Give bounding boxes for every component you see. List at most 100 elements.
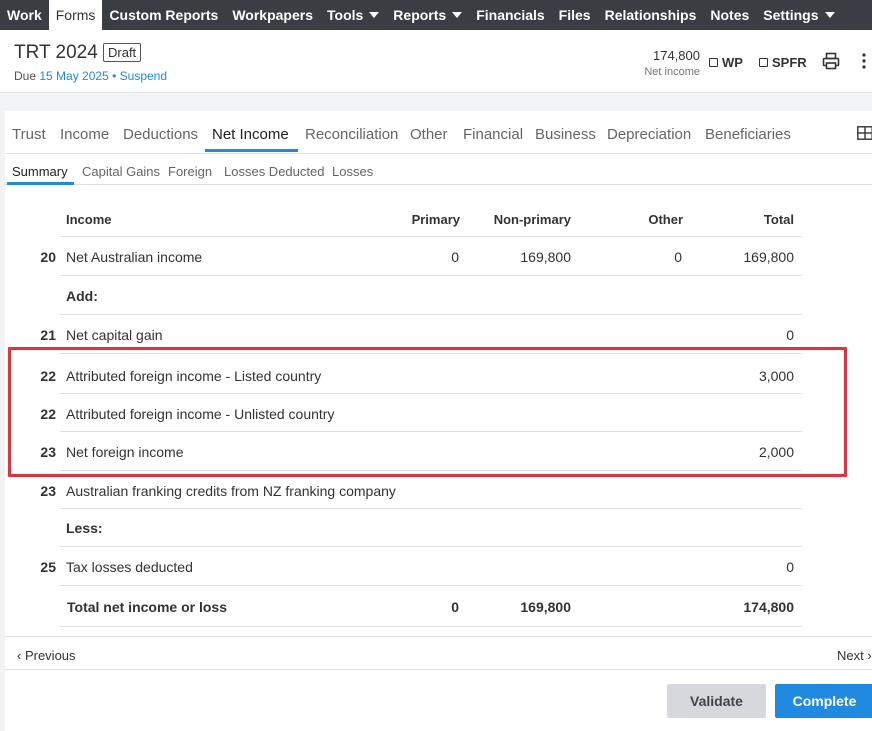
table-row: Add: xyxy=(5,276,872,315)
nav-reports-label: Reports xyxy=(393,7,447,23)
row-label-number: 22 xyxy=(40,406,56,422)
total-total-value: 174,800 xyxy=(743,599,794,615)
row-description: Net Australian income xyxy=(66,249,203,265)
table-row: 23 Australian franking credits from NZ f… xyxy=(5,471,872,509)
nav-custom-reports-label: Custom Reports xyxy=(109,7,219,23)
tab-beneficiaries[interactable]: Beneficiaries xyxy=(705,126,791,143)
tab-depreciation[interactable]: Depreciation xyxy=(607,126,691,143)
table-header-row: Income Primary Non-primary Other Total xyxy=(5,185,872,237)
previous-label: Previous xyxy=(24,648,76,663)
suspend-link[interactable]: Suspend xyxy=(120,69,167,83)
total-primary-value: 0 xyxy=(451,599,459,615)
total-value: 169,800 xyxy=(743,249,794,265)
print-icon[interactable] xyxy=(822,52,840,70)
tab-reconciliation[interactable]: Reconciliation xyxy=(305,126,398,143)
nav-reports[interactable]: Reports xyxy=(386,0,469,30)
status-badge: Draft xyxy=(103,43,142,62)
table-total-row: Total net income or loss 0 169,800 174,8… xyxy=(5,586,872,627)
subtab-summary[interactable]: Summary xyxy=(12,164,68,179)
nav-notes-label: Notes xyxy=(710,7,750,23)
total-value: 2,000 xyxy=(758,444,794,460)
primary-value[interactable]: 0 xyxy=(380,249,459,265)
due-prefix: Due xyxy=(14,69,37,83)
nav-financials-label: Financials xyxy=(476,7,545,23)
other-value[interactable]: 0 xyxy=(603,249,682,265)
due-separator: • xyxy=(112,69,117,83)
next-link[interactable]: Next › xyxy=(837,648,872,663)
nav-forms[interactable]: Forms xyxy=(48,0,103,30)
page-navigation: ‹ Previous Next › xyxy=(5,636,872,670)
nav-work-label: Work xyxy=(7,7,42,23)
tab-other[interactable]: Other xyxy=(410,126,448,143)
checkbox-icon xyxy=(759,58,768,67)
tab-net-income[interactable]: Net Income xyxy=(212,126,289,143)
nav-tools-label: Tools xyxy=(327,7,364,23)
nav-work[interactable]: Work xyxy=(0,0,49,30)
nav-settings-label: Settings xyxy=(763,7,819,23)
sub-tabs: Summary Capital Gains Foreign Losses Ded… xyxy=(5,154,872,185)
nav-files-label: Files xyxy=(558,7,591,23)
nav-settings[interactable]: Settings xyxy=(756,0,841,30)
header-total: Total xyxy=(763,212,794,227)
tab-financial[interactable]: Financial xyxy=(463,126,523,143)
wp-checkbox[interactable]: WP xyxy=(709,55,743,70)
wp-label: WP xyxy=(722,55,743,70)
subtab-capital-gains[interactable]: Capital Gains xyxy=(82,164,160,179)
nav-files[interactable]: Files xyxy=(552,0,598,30)
table-row: 25 Tax losses deducted 0 xyxy=(5,547,872,586)
more-options-icon[interactable] xyxy=(860,52,868,70)
row-label-number: 21 xyxy=(40,327,56,343)
caret-down-icon xyxy=(369,12,380,18)
section-tabs: Trust Income Deductions Net Income Recon… xyxy=(5,111,872,154)
form-card: Trust Income Deductions Net Income Recon… xyxy=(5,111,872,731)
tab-income[interactable]: Income xyxy=(60,126,109,143)
total-value: 0 xyxy=(786,327,794,343)
row-divider xyxy=(60,626,802,627)
row-description: Australian franking credits from NZ fran… xyxy=(66,483,396,499)
section-label-less: Less: xyxy=(66,520,103,536)
total-value: 3,000 xyxy=(758,368,794,384)
nav-tools[interactable]: Tools xyxy=(320,0,386,30)
header-non-primary: Non-primary xyxy=(493,212,571,227)
caret-down-icon xyxy=(824,12,835,18)
row-description: Attributed foreign income - Listed count… xyxy=(66,368,322,384)
due-date-link[interactable]: 15 May 2025 xyxy=(39,69,108,83)
spfr-checkbox[interactable]: SPFR xyxy=(759,55,807,70)
previous-link[interactable]: ‹ Previous xyxy=(17,648,76,663)
nav-relationships[interactable]: Relationships xyxy=(598,0,704,30)
nav-notes[interactable]: Notes xyxy=(703,0,756,30)
nav-workpapers[interactable]: Workpapers xyxy=(225,0,320,30)
nav-relationships-label: Relationships xyxy=(604,7,697,23)
page-title: TRT 2024 xyxy=(14,42,98,63)
table-row: 20 Net Australian income 0 169,800 0 169… xyxy=(5,237,872,276)
row-label-number: 23 xyxy=(40,444,56,460)
spfr-label: SPFR xyxy=(772,55,807,70)
net-income-label: Net income xyxy=(644,66,700,78)
subtab-foreign[interactable]: Foreign xyxy=(168,164,212,179)
table-row: 21 Net capital gain 0 xyxy=(5,315,872,354)
checkbox-icon xyxy=(709,58,718,67)
nav-financials[interactable]: Financials xyxy=(469,0,551,30)
row-label-number: 25 xyxy=(40,559,56,575)
section-label-add: Add: xyxy=(66,288,98,304)
net-income-value: 174,800 xyxy=(653,48,700,63)
complete-button[interactable]: Complete xyxy=(775,684,872,718)
tab-business[interactable]: Business xyxy=(535,126,596,143)
row-label-number: 23 xyxy=(40,483,56,499)
active-tab-indicator xyxy=(205,149,298,152)
subtab-losses-deducted[interactable]: Losses Deducted xyxy=(224,164,324,179)
nav-custom-reports[interactable]: Custom Reports xyxy=(102,0,225,30)
tab-deductions[interactable]: Deductions xyxy=(123,126,198,143)
chevron-right-icon: › xyxy=(863,648,872,663)
validate-button[interactable]: Validate xyxy=(667,684,766,718)
total-row-description: Total net income or loss xyxy=(67,599,227,615)
grid-view-icon[interactable] xyxy=(857,126,872,140)
total-value: 0 xyxy=(786,559,794,575)
non-primary-value[interactable]: 169,800 xyxy=(471,249,571,265)
tab-trust[interactable]: Trust xyxy=(12,126,46,143)
caret-down-icon xyxy=(452,12,463,18)
due-line: Due 15 May 2025 • Suspend xyxy=(14,69,167,83)
row-label-number: 22 xyxy=(40,368,56,384)
subtab-losses[interactable]: Losses xyxy=(332,164,373,179)
next-label: Next xyxy=(837,648,864,663)
